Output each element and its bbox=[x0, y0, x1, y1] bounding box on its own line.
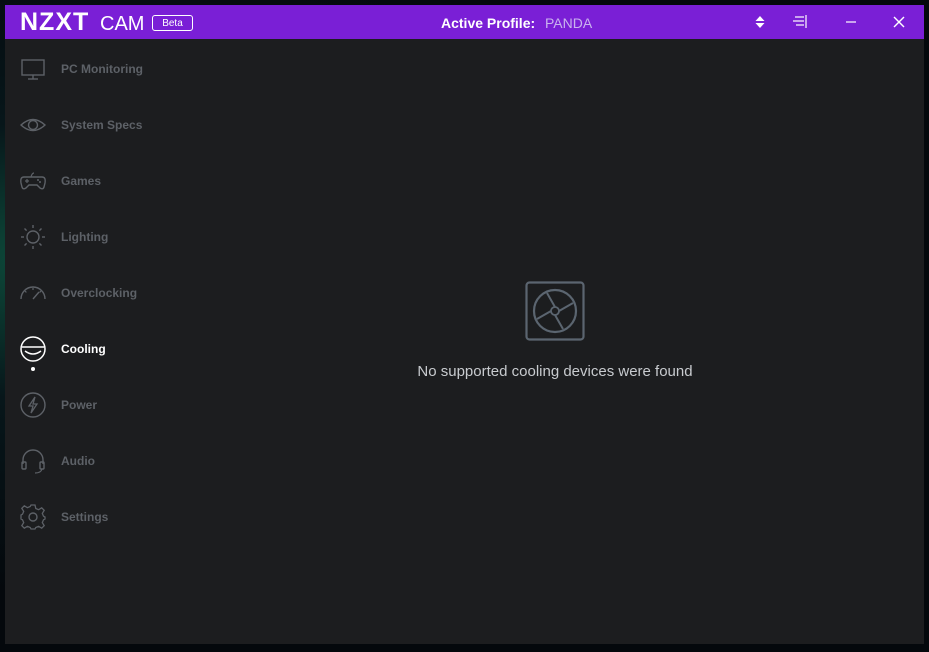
sidebar-item-label: Settings bbox=[61, 510, 109, 524]
brand-logo: NZXT bbox=[20, 8, 90, 36]
sidebar-item-system-specs[interactable]: System Specs bbox=[5, 99, 205, 155]
app-window: NZXT CAM Beta Active Profile: PANDA PC M… bbox=[5, 5, 924, 644]
sidebar-item-settings[interactable]: Settings bbox=[5, 491, 205, 547]
sidebar-item-label: PC Monitoring bbox=[61, 62, 143, 76]
sidebar-item-label: Overclocking bbox=[61, 286, 138, 300]
cooling-icon bbox=[20, 336, 46, 362]
active-indicator-dot bbox=[31, 367, 35, 371]
sidebar-item-label: Cooling bbox=[61, 342, 106, 356]
active-profile-selector[interactable]: PANDA bbox=[545, 15, 592, 31]
sidebar-item-label: Audio bbox=[61, 454, 95, 468]
sun-icon bbox=[21, 225, 45, 249]
sidebar-nav: PC Monitoring System Specs Games Lightin… bbox=[5, 39, 205, 644]
sidebar-item-label: System Specs bbox=[61, 118, 143, 132]
sidebar-item-audio[interactable]: Audio bbox=[5, 435, 205, 491]
gamepad-icon bbox=[20, 172, 46, 190]
sidebar-item-label: Lighting bbox=[61, 230, 109, 244]
active-profile-label: Active Profile: bbox=[441, 15, 536, 31]
gauge-icon bbox=[20, 286, 46, 300]
fan-icon bbox=[525, 281, 585, 341]
close-button[interactable] bbox=[888, 12, 910, 32]
empty-state-message: No supported cooling devices were found bbox=[417, 363, 693, 380]
sidebar-item-power[interactable]: Power bbox=[5, 379, 205, 435]
menu-button[interactable] bbox=[789, 12, 811, 32]
beta-badge: Beta bbox=[152, 15, 193, 31]
sidebar-item-pc-monitoring[interactable]: PC Monitoring bbox=[5, 43, 205, 99]
sidebar-item-overclocking[interactable]: Overclocking bbox=[5, 267, 205, 323]
eye-icon bbox=[19, 118, 47, 132]
minimize-button[interactable] bbox=[840, 12, 862, 32]
lightning-icon bbox=[20, 392, 46, 418]
monitor-icon bbox=[21, 59, 45, 80]
sidebar-item-cooling[interactable]: Cooling bbox=[5, 323, 205, 379]
close-icon bbox=[893, 16, 905, 28]
sort-arrows-icon bbox=[755, 16, 765, 28]
sidebar-item-label: Games bbox=[61, 174, 102, 188]
sidebar-item-games[interactable]: Games bbox=[5, 155, 205, 211]
menu-lines-icon bbox=[793, 15, 807, 28]
title-bar[interactable]: NZXT CAM Beta Active Profile: PANDA bbox=[5, 5, 924, 39]
sidebar-item-lighting[interactable]: Lighting bbox=[5, 211, 205, 267]
gear-icon bbox=[20, 504, 46, 530]
product-name: CAM bbox=[100, 13, 145, 35]
sidebar-item-label: Power bbox=[61, 398, 98, 412]
minimize-icon bbox=[846, 21, 856, 23]
headset-icon bbox=[21, 449, 45, 474]
profile-switch-button[interactable] bbox=[749, 12, 771, 32]
